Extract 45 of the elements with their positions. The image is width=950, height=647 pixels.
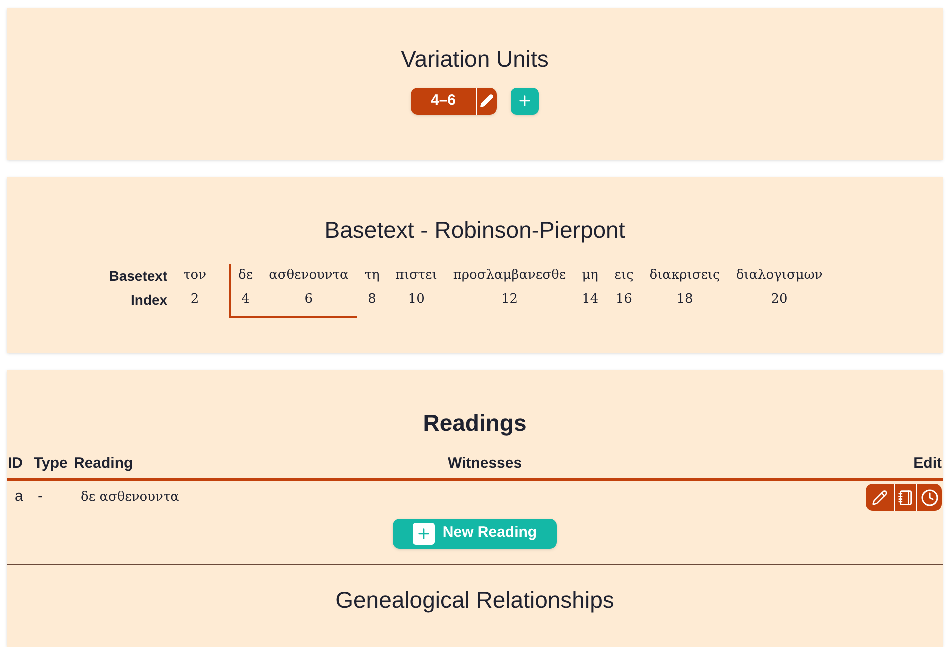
notebook-button[interactable]	[894, 484, 916, 511]
word-index: 14	[582, 290, 599, 308]
word-index: 4	[242, 290, 250, 308]
table-cell-text: -	[38, 487, 44, 508]
basetext-word[interactable]: ασθενουντα	[269, 264, 349, 288]
column-header: Edit	[914, 454, 942, 474]
basetext-word[interactable]: τη	[364, 264, 380, 288]
basetext-word[interactable]: μη	[582, 264, 598, 288]
section-title: Genealogical Relationships	[336, 586, 614, 612]
edit-button[interactable]	[866, 484, 894, 511]
basetext-word[interactable]: τον	[184, 264, 207, 288]
plus-icon	[412, 522, 435, 544]
word-index: 20	[771, 290, 788, 308]
basetext-word[interactable]: εις	[614, 264, 634, 288]
table-cell-text: a	[15, 487, 24, 508]
panel-title: Basetext - Robinson-Pierpont	[324, 216, 626, 245]
word-index: 2	[190, 290, 200, 308]
word-index: 12	[501, 290, 518, 308]
panel-title: Variation Units	[401, 45, 549, 74]
variation-unit-button[interactable]: 4–6	[411, 88, 476, 114]
notebook-icon	[898, 490, 914, 506]
basetext-word[interactable]: πιστει	[396, 264, 438, 288]
basetext-word[interactable]: διακρισεις	[650, 264, 720, 288]
row-label: Basetext	[109, 266, 168, 286]
edit-button[interactable]	[476, 88, 497, 114]
word-index: 6	[304, 290, 314, 308]
basetext-word[interactable]: δε	[238, 264, 254, 288]
table-cell-text: δε ασθενουντα	[81, 488, 180, 507]
basetext-word[interactable]: διαλογισμων	[736, 264, 823, 288]
word-index: 10	[408, 290, 425, 308]
column-header: Witnesses	[448, 454, 522, 474]
history-button[interactable]	[916, 484, 942, 511]
panel-title: Readings	[422, 409, 528, 438]
word-index: 18	[676, 290, 694, 308]
row-label: Index	[131, 290, 168, 310]
plus-icon	[517, 93, 533, 109]
pencil-icon	[872, 490, 888, 506]
pencil-icon	[480, 94, 494, 108]
basetext-word[interactable]: προσλαμβανεσθε	[453, 264, 566, 288]
column-header: ID	[8, 454, 24, 474]
word-index: 8	[368, 290, 376, 308]
column-header: Reading	[74, 454, 134, 474]
word-index: 16	[616, 290, 632, 308]
clock-icon	[920, 488, 938, 506]
column-header: Type	[34, 454, 69, 474]
